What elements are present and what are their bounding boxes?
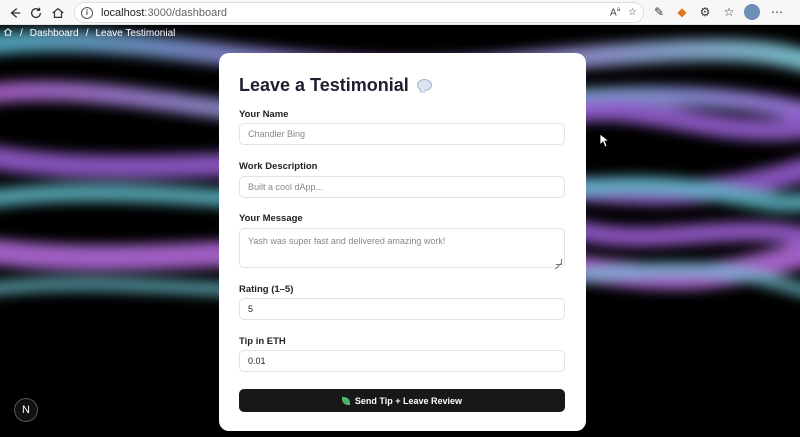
send-tip-button[interactable]: Send Tip + Leave Review: [239, 389, 565, 412]
send-tip-label: Send Tip + Leave Review: [354, 395, 463, 406]
rating-label: Rating (1–5): [239, 284, 294, 295]
more-icon[interactable]: ⋯: [768, 3, 786, 21]
url-text: localhost:3000/dashboard: [101, 7, 227, 19]
breadcrumb-current: Leave Testimonial: [95, 28, 176, 39]
message-placeholder: Yash was super fast and delivered amazin…: [248, 236, 446, 246]
message-label: Your Message: [239, 213, 303, 224]
pen-extension-icon[interactable]: ✎: [650, 3, 668, 21]
info-icon[interactable]: i: [81, 6, 93, 19]
nextjs-badge[interactable]: N: [14, 398, 38, 422]
name-input[interactable]: Chandler Bing: [239, 123, 565, 145]
form-title-text: Leave a Testimonial: [239, 74, 409, 95]
work-description-label: Work Description: [239, 161, 318, 172]
fox-extension-icon[interactable]: ◆: [673, 3, 691, 21]
breadcrumb-home-icon[interactable]: [3, 27, 13, 40]
testimonial-form: Leave a Testimonial Your Name Chandler B…: [219, 53, 586, 431]
breadcrumb-dashboard[interactable]: Dashboard: [30, 28, 79, 39]
name-label: Your Name: [239, 109, 289, 120]
read-aloud-icon[interactable]: Aa: [610, 7, 620, 18]
breadcrumb: / Dashboard / Leave Testimonial: [3, 27, 175, 40]
back-icon[interactable]: [4, 2, 26, 24]
speech-bubble-icon: [416, 79, 432, 91]
browser-toolbar: i localhost:3000/dashboard Aa ☆ ✎ ◆ ⚙ ☆ …: [0, 0, 800, 25]
extension-icon[interactable]: ⚙: [696, 3, 714, 21]
rating-input[interactable]: 5: [239, 298, 565, 320]
resize-handle-icon[interactable]: [556, 259, 562, 265]
url-path: :3000/dashboard: [144, 6, 227, 19]
breadcrumb-separator: /: [85, 28, 89, 39]
home-icon[interactable]: [47, 2, 69, 24]
favorite-icon[interactable]: ☆: [628, 7, 637, 18]
reload-icon[interactable]: [25, 2, 47, 24]
breadcrumb-separator: /: [20, 28, 23, 39]
message-textarea[interactable]: Yash was super fast and delivered amazin…: [239, 228, 565, 268]
address-bar[interactable]: i localhost:3000/dashboard Aa ☆: [74, 2, 644, 23]
form-title: Leave a Testimonial: [239, 75, 566, 95]
collections-icon[interactable]: ☆: [720, 3, 738, 21]
work-description-input[interactable]: Built a cool dApp...: [239, 176, 565, 198]
url-host: localhost: [101, 6, 145, 19]
tip-input[interactable]: 0.01: [239, 350, 565, 372]
leaf-icon: [341, 396, 350, 405]
profile-avatar[interactable]: [744, 4, 760, 20]
tip-label: Tip in ETH: [239, 336, 286, 347]
